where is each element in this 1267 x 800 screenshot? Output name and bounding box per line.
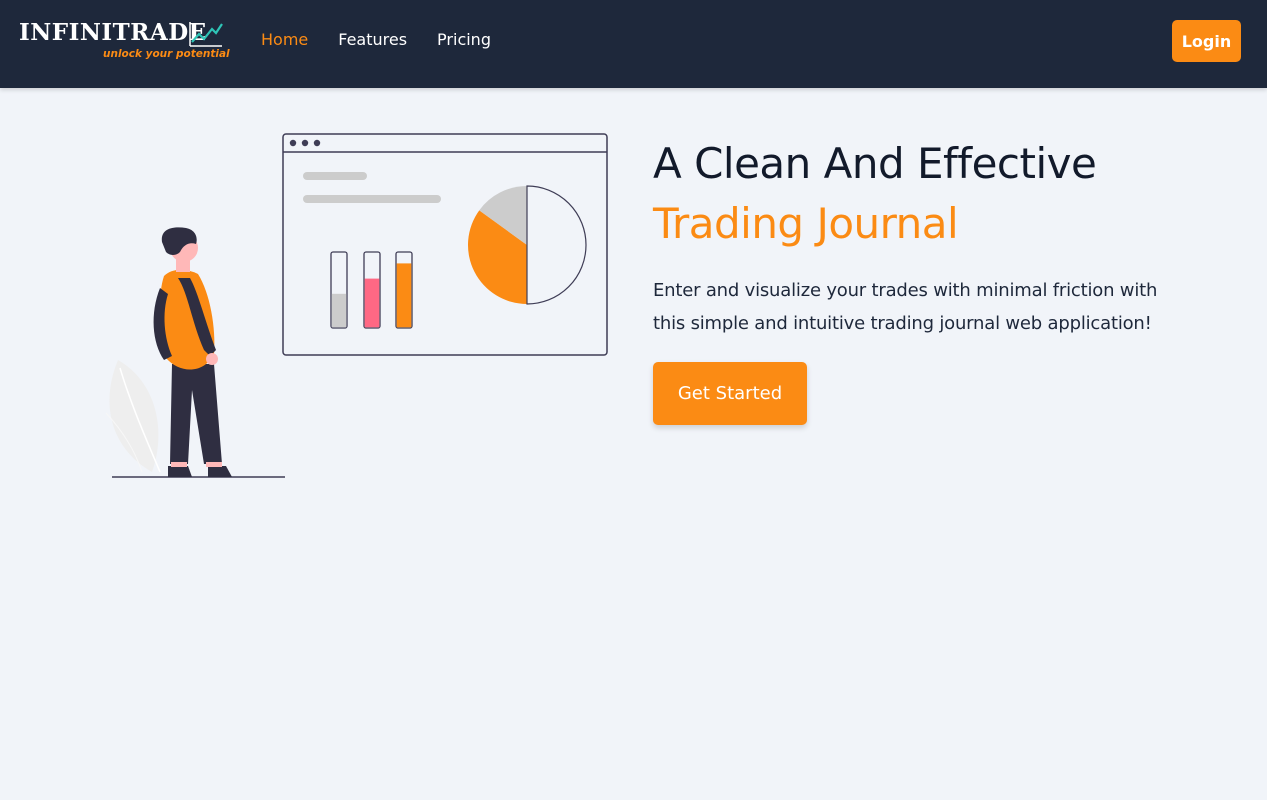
- dashboard-window: [282, 133, 608, 356]
- bar-gauge-fill: [364, 278, 380, 328]
- hero-title-line1: A Clean And Effective: [653, 139, 1097, 188]
- brand-tagline: unlock your potential: [103, 48, 230, 60]
- nav-link-home[interactable]: Home: [261, 30, 308, 49]
- window-dot-icon: [301, 139, 309, 147]
- nav-links: Home Features Pricing: [261, 30, 521, 49]
- text-placeholder-line: [303, 195, 441, 203]
- bar-gauges: [330, 251, 413, 329]
- trend-chart-icon: [189, 22, 223, 47]
- hero-description: Enter and visualize your trades with min…: [653, 280, 1158, 334]
- hero-section: A Clean And Effective Trading Journal En…: [653, 138, 1173, 425]
- nav-link-pricing[interactable]: Pricing: [437, 30, 491, 49]
- get-started-button[interactable]: Get Started: [653, 362, 807, 425]
- bar-gauge-fill: [396, 263, 412, 328]
- person-figure: [153, 227, 232, 477]
- login-button[interactable]: Login: [1172, 20, 1241, 62]
- nav-link-features[interactable]: Features: [338, 30, 407, 49]
- window-dot-icon: [313, 139, 321, 147]
- hero-title: A Clean And Effective Trading Journal: [653, 138, 1173, 250]
- bar-gauge-fill: [331, 293, 347, 328]
- pie-chart: [468, 185, 587, 305]
- window-dot-icon: [289, 139, 297, 147]
- text-placeholder-line: [303, 172, 367, 180]
- hero-illustration: [105, 133, 608, 478]
- hero-title-line2: Trading Journal: [653, 199, 959, 248]
- navbar: INFINITRADE unlock your potential Home F…: [0, 0, 1267, 88]
- brand-logo[interactable]: INFINITRADE unlock your potential: [19, 17, 230, 65]
- brand-name: INFINITRADE: [19, 19, 207, 46]
- plant-icon: [105, 360, 161, 473]
